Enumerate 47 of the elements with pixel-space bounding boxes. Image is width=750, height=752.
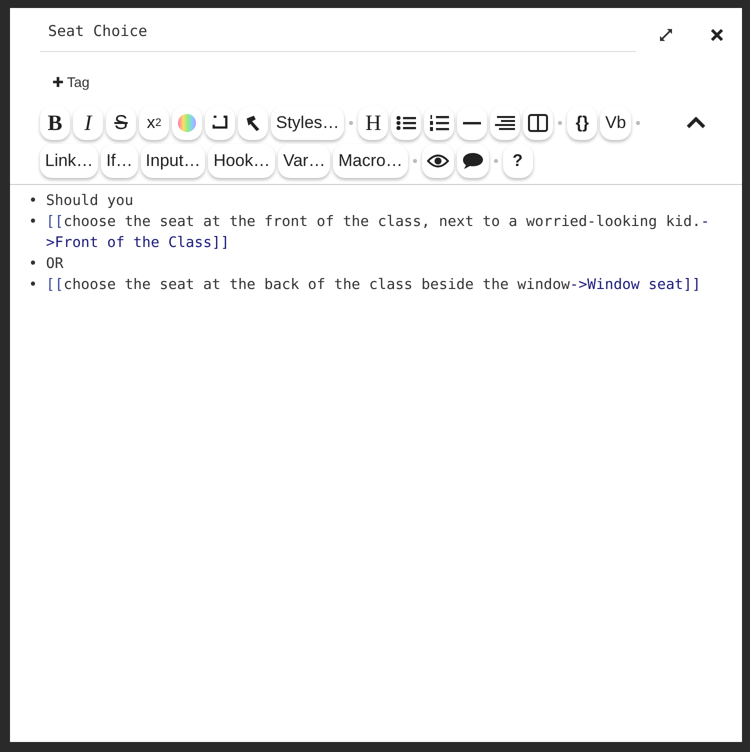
- hammer-icon: [244, 114, 262, 132]
- toolbar-button[interactable]: B: [40, 106, 70, 140]
- bullet-list-button[interactable]: [391, 106, 422, 140]
- toolbar-button[interactable]: If…: [101, 144, 138, 178]
- bullet: •: [28, 192, 38, 211]
- horizontal-rule-button[interactable]: [457, 106, 488, 140]
- toolbar-button[interactable]: I: [73, 106, 103, 140]
- toolbar-button[interactable]: Vb: [600, 106, 632, 140]
- toolbar-button[interactable]: Hook…: [208, 144, 276, 178]
- corner-button[interactable]: [205, 106, 235, 140]
- code-line: [[choose the seat at the back of the class beside the window->Window seat]]: [46, 276, 702, 295]
- toolbar-button[interactable]: Link…: [40, 144, 98, 178]
- chevron-up-icon[interactable]: [686, 117, 706, 129]
- toolbar-button[interactable]: ?: [502, 144, 533, 178]
- passage-title-field[interactable]: Seat Choice: [40, 18, 636, 52]
- code-line: Should you: [46, 192, 134, 211]
- bullet: •: [28, 213, 38, 232]
- columns-button[interactable]: [523, 106, 554, 140]
- bullet: •: [28, 255, 38, 274]
- speech-bubble-icon: [462, 152, 484, 170]
- bullet: •: [28, 276, 38, 295]
- clear-format-button[interactable]: [238, 106, 268, 140]
- toolbar-button[interactable]: Styles…: [271, 106, 344, 140]
- toolbar-button[interactable]: H: [358, 106, 388, 140]
- add-tag-button[interactable]: Tag: [50, 72, 92, 92]
- numbered-list-button[interactable]: [424, 106, 454, 140]
- plus-icon: [52, 76, 64, 88]
- toolbar-button[interactable]: Input…: [140, 144, 206, 178]
- eye-button[interactable]: [422, 144, 454, 178]
- columns-icon: [528, 114, 548, 132]
- comment-button[interactable]: [456, 144, 489, 178]
- toolbar-button[interactable]: Macro…: [333, 144, 408, 178]
- expand-icon[interactable]: [658, 27, 674, 43]
- dash-icon: [463, 122, 482, 124]
- code-line: OR: [46, 255, 64, 274]
- code-line: [[choose the seat at the front of the class, next to a worried-looking kid.->Front of the Class]]: [46, 213, 710, 253]
- rainbow-circle-icon: [177, 113, 197, 133]
- close-icon[interactable]: [710, 28, 724, 42]
- toolbar-button[interactable]: Var…: [278, 144, 330, 178]
- toolbar-button[interactable]: {}: [567, 106, 598, 140]
- toolbar-button[interactable]: S: [106, 106, 136, 140]
- numbered-list-icon: [429, 114, 450, 132]
- align-button[interactable]: [490, 106, 520, 140]
- eye-icon: [426, 154, 449, 168]
- align-right-icon: [495, 115, 516, 131]
- color-button[interactable]: [172, 106, 202, 140]
- bullet-list-icon: [396, 115, 416, 131]
